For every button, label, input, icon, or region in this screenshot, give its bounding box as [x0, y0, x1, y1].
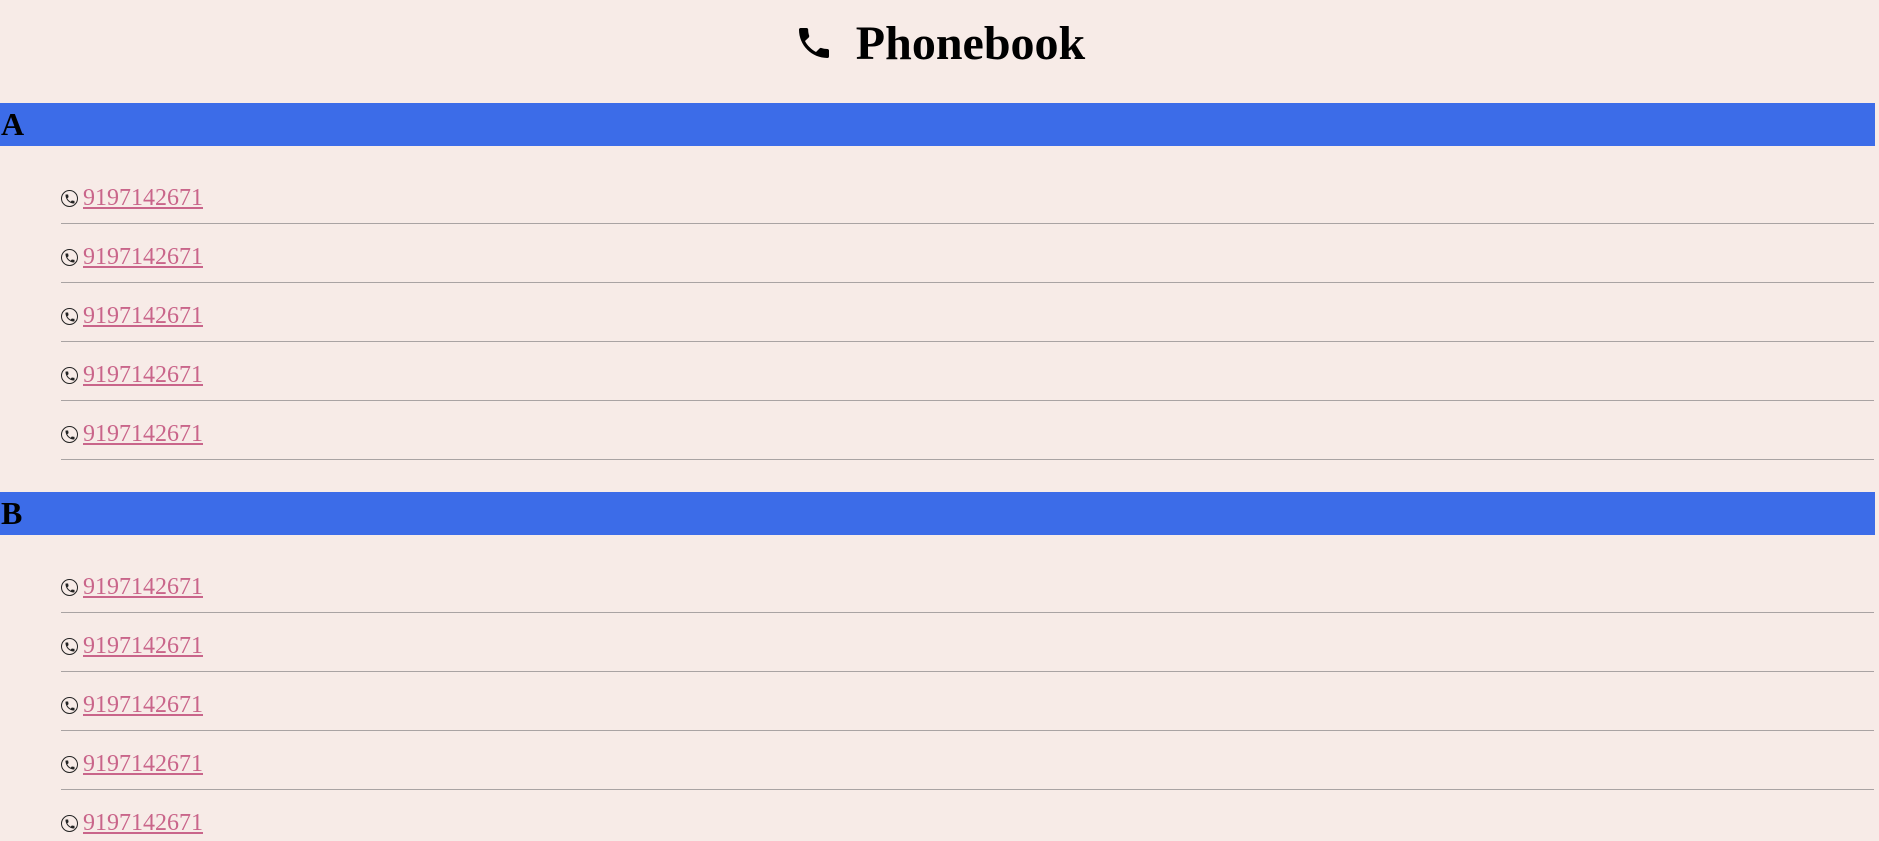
- section-a: A 9197142671 9197142671 9197142671 91971…: [0, 103, 1879, 460]
- phone-icon: [61, 579, 78, 596]
- phone-icon: [61, 638, 78, 655]
- list-item: 9197142671: [61, 284, 1874, 342]
- phone-icon: [61, 756, 78, 773]
- list-item: 9197142671: [61, 555, 1874, 613]
- phone-icon: [61, 815, 78, 832]
- list-item: 9197142671: [61, 225, 1874, 283]
- phone-number-link[interactable]: 9197142671: [83, 751, 203, 778]
- section-b: B 9197142671 9197142671 9197142671 91971…: [0, 492, 1879, 841]
- list-item: 9197142671: [61, 673, 1874, 731]
- page-header: Phonebook: [0, 0, 1879, 88]
- phone-number-link[interactable]: 9197142671: [83, 810, 203, 837]
- contact-list: 9197142671 9197142671 9197142671 9197142…: [61, 555, 1874, 841]
- list-item: 9197142671: [61, 791, 1874, 841]
- phone-icon: [61, 367, 78, 384]
- phone-icon: [61, 426, 78, 443]
- list-item: 9197142671: [61, 402, 1874, 460]
- phone-number-link[interactable]: 9197142671: [83, 692, 203, 719]
- phone-number-link[interactable]: 9197142671: [83, 574, 203, 601]
- contact-list: 9197142671 9197142671 9197142671 9197142…: [61, 166, 1874, 460]
- phone-icon: [61, 190, 78, 207]
- phone-number-link[interactable]: 9197142671: [83, 421, 203, 448]
- telephone-icon: [794, 23, 834, 63]
- phone-number-link[interactable]: 9197142671: [83, 362, 203, 389]
- phone-icon: [61, 697, 78, 714]
- phone-number-link[interactable]: 9197142671: [83, 303, 203, 330]
- phone-number-link[interactable]: 9197142671: [83, 244, 203, 271]
- list-item: 9197142671: [61, 614, 1874, 672]
- list-item: 9197142671: [61, 166, 1874, 224]
- list-item: 9197142671: [61, 343, 1874, 401]
- phone-number-link[interactable]: 9197142671: [83, 633, 203, 660]
- phone-icon: [61, 308, 78, 325]
- section-letter-header: A: [0, 103, 1875, 146]
- section-letter-header: B: [0, 492, 1875, 535]
- phone-number-link[interactable]: 9197142671: [83, 185, 203, 212]
- page-title: Phonebook: [855, 16, 1086, 70]
- list-item: 9197142671: [61, 732, 1874, 790]
- phone-icon: [61, 249, 78, 266]
